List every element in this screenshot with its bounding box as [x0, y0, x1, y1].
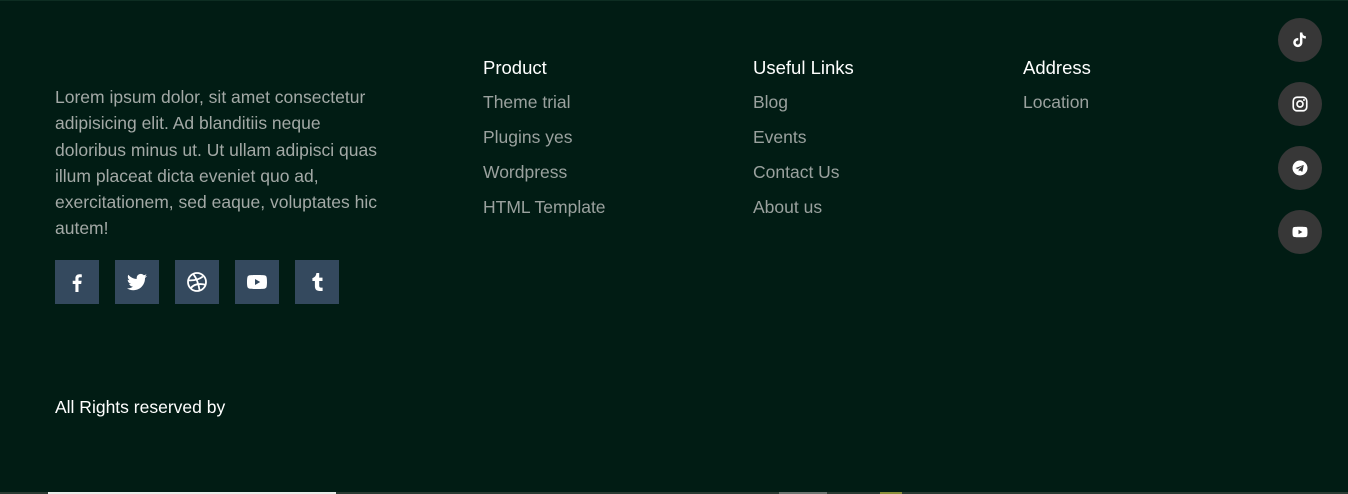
tiktok-button[interactable]	[1278, 18, 1322, 62]
product-link-wordpress[interactable]: Wordpress	[483, 162, 606, 183]
product-column: Product Theme trial Plugins yes Wordpres…	[483, 57, 606, 232]
dribbble-button[interactable]	[175, 260, 219, 304]
facebook-icon	[72, 274, 82, 292]
youtube-icon	[1292, 226, 1308, 238]
link-events[interactable]: Events	[753, 127, 854, 148]
twitter-icon	[127, 273, 147, 291]
youtube-button[interactable]	[235, 260, 279, 304]
product-link-theme-trial[interactable]: Theme trial	[483, 92, 606, 113]
product-link-plugins[interactable]: Plugins yes	[483, 127, 606, 148]
tumblr-icon	[312, 273, 323, 291]
youtube-icon	[247, 275, 267, 289]
telegram-icon	[1292, 160, 1308, 176]
link-blog[interactable]: Blog	[753, 92, 854, 113]
tumblr-button[interactable]	[295, 260, 339, 304]
address-heading: Address	[1023, 57, 1091, 78]
youtube-float-button[interactable]	[1278, 210, 1322, 254]
dribbble-icon	[187, 272, 207, 292]
link-about-us[interactable]: About us	[753, 197, 854, 218]
copyright-text: All Rights reserved by	[55, 397, 226, 417]
floating-social-bar	[1278, 18, 1322, 254]
useful-links-heading: Useful Links	[753, 57, 854, 78]
product-link-html-template[interactable]: HTML Template	[483, 197, 606, 218]
product-list: Theme trial Plugins yes Wordpress HTML T…	[483, 92, 606, 218]
instagram-icon	[1292, 96, 1308, 112]
about-text: Lorem ipsum dolor, sit amet consectetur …	[55, 87, 377, 239]
link-contact-us[interactable]: Contact Us	[753, 162, 854, 183]
telegram-button[interactable]	[1278, 146, 1322, 190]
useful-links-column: Useful Links Blog Events Contact Us Abou…	[753, 57, 854, 232]
link-location[interactable]: Location	[1023, 92, 1091, 113]
instagram-button[interactable]	[1278, 82, 1322, 126]
social-links	[55, 260, 339, 304]
tiktok-icon	[1293, 32, 1306, 48]
site-footer: Lorem ipsum dolor, sit amet consectetur …	[0, 0, 1348, 494]
address-column: Address Location	[1023, 57, 1091, 127]
useful-links-list: Blog Events Contact Us About us	[753, 92, 854, 218]
address-list: Location	[1023, 92, 1091, 113]
facebook-button[interactable]	[55, 260, 99, 304]
twitter-button[interactable]	[115, 260, 159, 304]
product-heading: Product	[483, 57, 547, 78]
